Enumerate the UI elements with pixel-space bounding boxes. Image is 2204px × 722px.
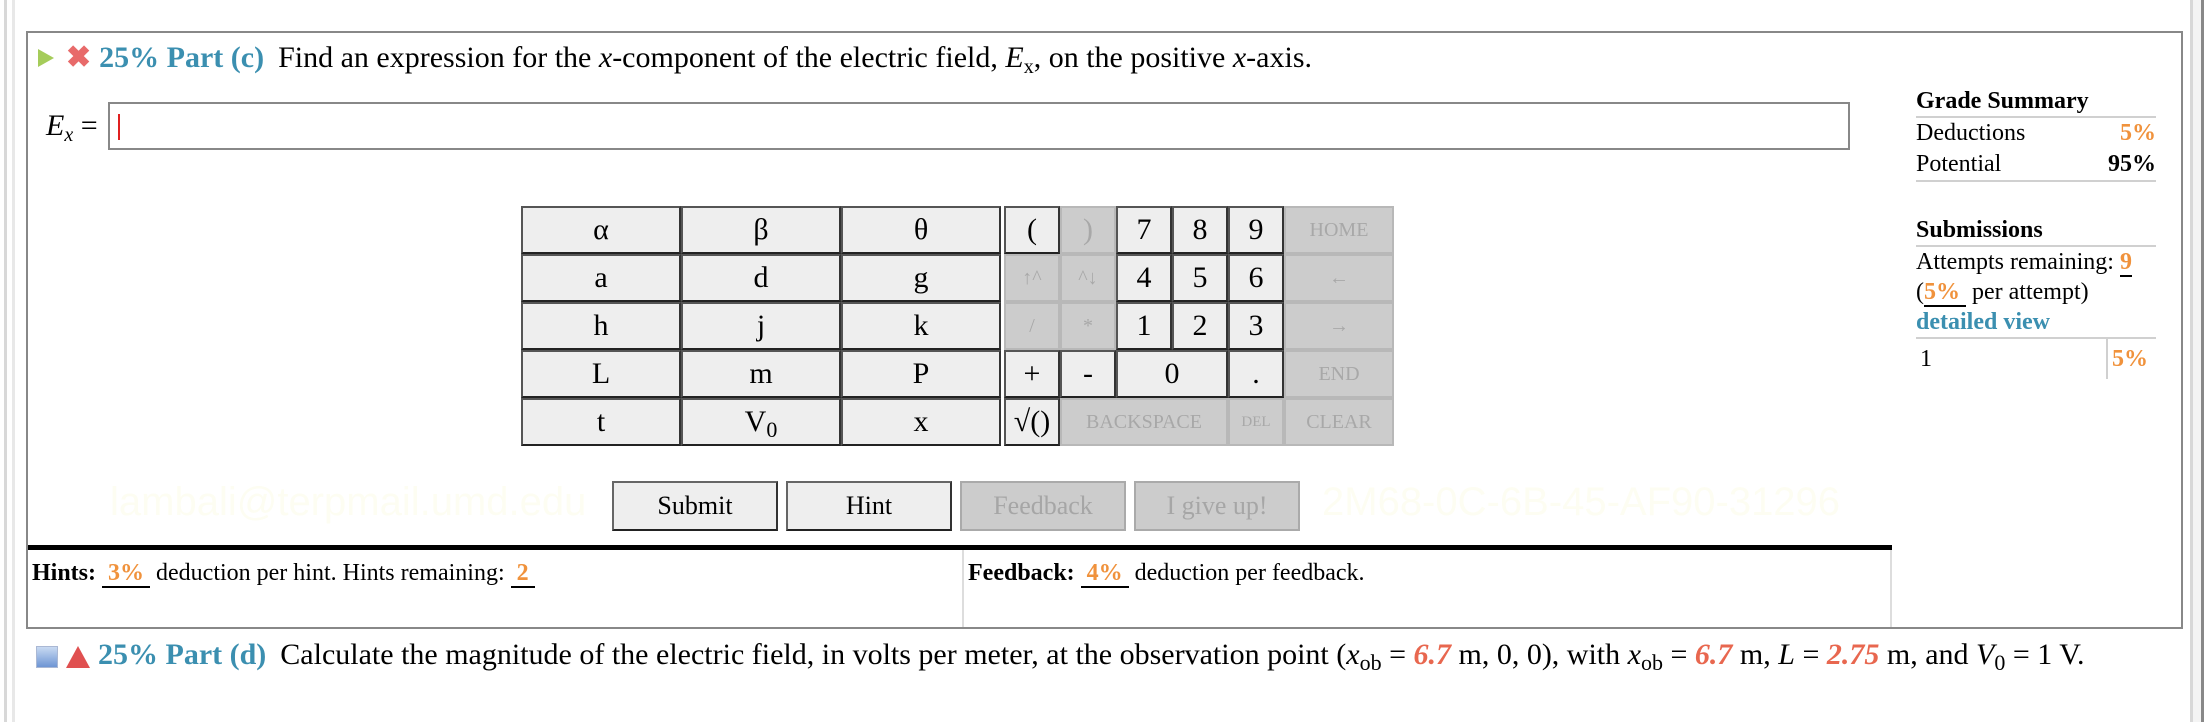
key-0[interactable]: 0 <box>1116 350 1228 398</box>
key-8[interactable]: 8 <box>1172 206 1228 254</box>
key-V0[interactable]: V0 <box>681 398 841 446</box>
part-d-title: 25% Part (d) <box>98 638 267 671</box>
L-value: 2.75 <box>1826 638 1880 671</box>
feedback-deduction: 4% <box>1080 560 1129 589</box>
key-plus[interactable]: + <box>1004 350 1060 398</box>
feedback-info: Feedback: 4% deduction per feedback. <box>962 550 1365 627</box>
key-d[interactable]: d <box>681 254 841 302</box>
key-g[interactable]: g <box>841 254 1001 302</box>
key-minus[interactable]: - <box>1060 350 1116 398</box>
key-3[interactable]: 3 <box>1228 302 1284 350</box>
key-k[interactable]: k <box>841 302 1001 350</box>
left-gutter <box>0 0 26 722</box>
grade-summary: Grade Summary Deductions 5% Potential 95% <box>1916 88 2156 182</box>
part-c-label: Part (c) <box>166 41 265 74</box>
part-c-percent: 25% <box>99 41 160 74</box>
key-9[interactable]: 9 <box>1228 206 1284 254</box>
key-h[interactable]: h <box>521 302 681 350</box>
variable-keys: α β θ a d g h j k L m P t V0 x <box>521 206 1001 446</box>
hint-feedback-area: Hints: 3% deduction per hint. Hints rema… <box>28 545 1892 627</box>
key-open-paren[interactable]: ( <box>1004 206 1060 254</box>
keypad: α β θ a d g h j k L m P t V0 x ( ) 7 8 9… <box>521 206 1394 446</box>
give-up-button[interactable]: I give up! <box>1134 481 1300 531</box>
key-4[interactable]: 4 <box>1116 254 1172 302</box>
watermark-id: 2M68-0C-6B-45-AF90-31296 <box>1322 480 1841 524</box>
hint-button[interactable]: Hint <box>786 481 952 531</box>
potential-value: 95% <box>2108 151 2156 177</box>
xob-value: 6.7 <box>1413 638 1451 671</box>
hint-deduction: 3% <box>102 560 151 589</box>
part-c-prompt: Find an expression for the x-component o… <box>278 41 1312 78</box>
key-superscript-up[interactable]: ↑^ <box>1004 254 1060 302</box>
key-5[interactable]: 5 <box>1172 254 1228 302</box>
key-superscript-down[interactable]: ^↓ <box>1060 254 1116 302</box>
submissions-panel: Submissions Attempts remaining: 9 (5% pe… <box>1916 215 2156 379</box>
key-home[interactable]: HOME <box>1284 206 1394 254</box>
key-a[interactable]: a <box>521 254 681 302</box>
key-alpha[interactable]: α <box>521 206 681 254</box>
text-cursor <box>117 114 120 140</box>
key-theta[interactable]: θ <box>841 206 1001 254</box>
operator-keys: ( ) 7 8 9 HOME ↑^ ^↓ 4 5 6 ← / * 1 2 3 →… <box>1004 206 1394 446</box>
submit-button[interactable]: Submit <box>612 481 778 531</box>
key-beta[interactable]: β <box>681 206 841 254</box>
per-attempt: (5% per attempt) <box>1916 279 2089 307</box>
answer-input[interactable] <box>107 102 1850 150</box>
deductions-row: Deductions 5% <box>1916 118 2156 149</box>
key-2[interactable]: 2 <box>1172 302 1228 350</box>
attempt-history-row: 1 5% <box>1916 339 2156 379</box>
key-backspace[interactable]: BACKSPACE <box>1060 398 1228 446</box>
play-icon[interactable] <box>38 49 54 67</box>
key-1[interactable]: 1 <box>1116 302 1172 350</box>
key-clear[interactable]: CLEAR <box>1284 398 1394 446</box>
key-right-arrow[interactable]: → <box>1284 302 1394 350</box>
incorrect-x-icon: ✖ <box>66 41 92 74</box>
key-x[interactable]: x <box>841 398 1001 446</box>
warning-icon <box>66 646 90 669</box>
action-buttons: Submit Hint Feedback I give up! <box>612 481 1300 531</box>
grade-summary-title: Grade Summary <box>1916 88 2156 118</box>
key-decimal[interactable]: . <box>1228 350 1284 398</box>
key-divide[interactable]: / <box>1004 302 1060 350</box>
key-L[interactable]: L <box>521 350 681 398</box>
attempts-value: 9 <box>2119 249 2132 277</box>
key-7[interactable]: 7 <box>1116 206 1172 254</box>
feedback-button[interactable]: Feedback <box>960 481 1126 531</box>
watermark-email: lambali@terpmail.umd.edu <box>110 480 587 524</box>
answer-row: Ex = <box>46 102 1850 150</box>
deductions-value: 5% <box>2120 120 2156 146</box>
scrollbar[interactable] <box>2190 0 2204 722</box>
part-c-title: 25% Part (c) <box>99 41 264 75</box>
detailed-view-link[interactable]: detailed view <box>1916 307 2156 339</box>
key-t[interactable]: t <box>521 398 681 446</box>
hints-info: Hints: 3% deduction per hint. Hints rema… <box>32 560 535 589</box>
key-j[interactable]: j <box>681 302 841 350</box>
potential-row: Potential 95% <box>1916 149 2156 182</box>
attempts-remaining: Attempts remaining: 9 <box>1916 249 2132 277</box>
key-left-arrow[interactable]: ← <box>1284 254 1394 302</box>
key-6[interactable]: 6 <box>1228 254 1284 302</box>
key-multiply[interactable]: * <box>1060 302 1116 350</box>
part-d-header: 25% Part (d) Calculate the magnitude of t… <box>34 636 2184 676</box>
key-m[interactable]: m <box>681 350 841 398</box>
key-sqrt[interactable]: √() <box>1004 398 1060 446</box>
hints-remaining: 2 <box>510 560 535 589</box>
answer-label: Ex = <box>46 109 98 146</box>
key-end[interactable]: END <box>1284 350 1394 398</box>
key-P[interactable]: P <box>841 350 1001 398</box>
key-del[interactable]: DEL <box>1228 398 1284 446</box>
part-d-expand-icon[interactable] <box>36 646 58 669</box>
submissions-title: Submissions <box>1916 215 2156 247</box>
part-c-header: ✖ 25% Part (c) Find an expression for th… <box>34 38 1312 78</box>
key-close-paren[interactable]: ) <box>1060 206 1116 254</box>
